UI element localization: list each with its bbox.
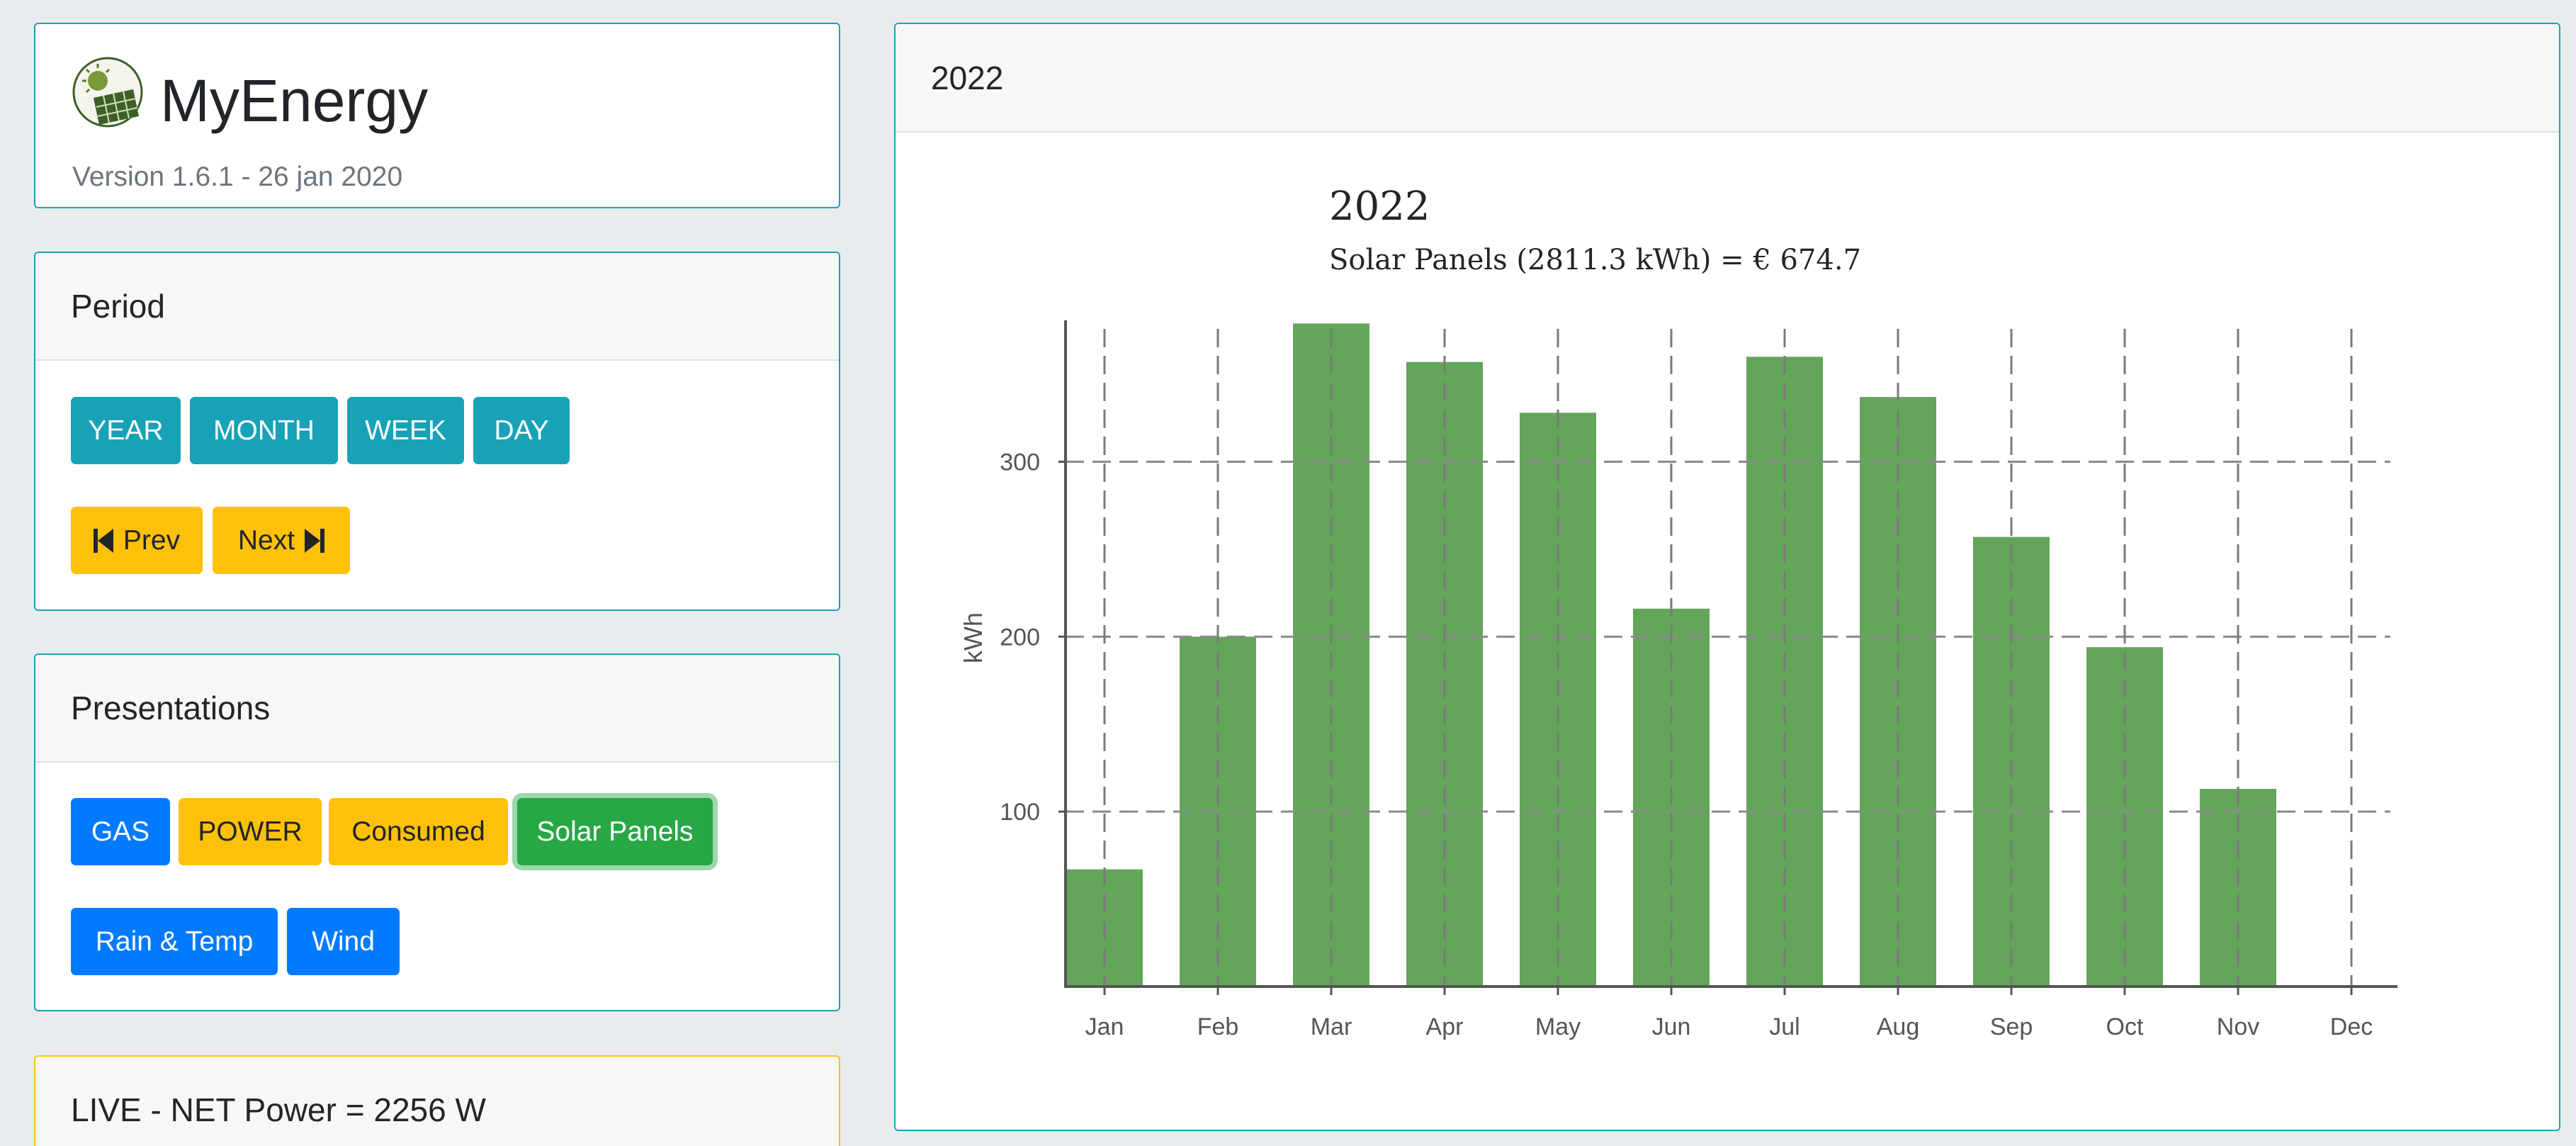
x-tick-label: Dec bbox=[2330, 1013, 2373, 1040]
wind-button[interactable]: Wind bbox=[287, 908, 400, 975]
presentations-header: Presentations bbox=[35, 655, 839, 763]
next-label: Next bbox=[237, 524, 295, 556]
skip-forward-icon bbox=[305, 528, 325, 553]
rain-temp-button[interactable]: Rain & Temp bbox=[71, 908, 278, 975]
x-tick-label: Sep bbox=[1990, 1013, 2033, 1040]
x-tick-label: Mar bbox=[1311, 1013, 1352, 1040]
energy-bar-chart: 2022 Solar Panels (2811.3 kWh) = € 674.7… bbox=[959, 184, 2397, 1040]
chart-card: 2022 2022 Solar Panels (2811.3 kWh) = € … bbox=[894, 23, 2560, 1131]
solar-panels-button[interactable]: Solar Panels bbox=[517, 798, 713, 865]
x-tick-label: Jan bbox=[1085, 1013, 1124, 1040]
y-axis-label: kWh bbox=[959, 612, 988, 663]
next-button[interactable]: Next bbox=[213, 507, 350, 574]
x-tick-label: Oct bbox=[2106, 1013, 2144, 1040]
live-card: LIVE - NET Power = 2256 W bbox=[34, 1055, 840, 1146]
period-card: Period YEAR MONTH WEEK DAY Prev Next bbox=[34, 252, 840, 611]
consumed-button[interactable]: Consumed bbox=[329, 798, 508, 865]
y-tick-label: 100 bbox=[1000, 799, 1040, 826]
bar-apr bbox=[1406, 361, 1483, 987]
prev-label: Prev bbox=[123, 524, 181, 556]
x-tick-label: Jul bbox=[1769, 1013, 1800, 1040]
year-button[interactable]: YEAR bbox=[71, 397, 181, 464]
presentations-card: Presentations GAS POWER Consumed Solar P… bbox=[34, 653, 840, 1011]
brand-card: MyEnergy Version 1.6.1 - 26 jan 2020 bbox=[34, 23, 840, 208]
skip-back-icon bbox=[93, 528, 113, 553]
y-tick-label: 300 bbox=[1000, 449, 1040, 476]
solar-panel-sun-icon bbox=[72, 57, 143, 128]
app-version: Version 1.6.1 - 26 jan 2020 bbox=[72, 162, 403, 192]
live-net-power: LIVE - NET Power = 2256 W bbox=[35, 1057, 839, 1146]
month-button[interactable]: MONTH bbox=[190, 397, 338, 464]
period-header: Period bbox=[35, 253, 839, 361]
week-button[interactable]: WEEK bbox=[347, 397, 464, 464]
x-tick-label: Aug bbox=[1877, 1013, 1920, 1040]
power-button[interactable]: POWER bbox=[179, 798, 322, 865]
app-title: MyEnergy bbox=[160, 67, 429, 134]
y-tick-label: 200 bbox=[1000, 624, 1040, 651]
x-tick-label: Nov bbox=[2217, 1013, 2259, 1040]
x-tick-label: Feb bbox=[1197, 1013, 1239, 1040]
gas-button[interactable]: GAS bbox=[71, 798, 170, 865]
chart-card-header: 2022 bbox=[896, 24, 2559, 133]
chart-subtitle: Solar Panels (2811.3 kWh) = € 674.7 bbox=[1329, 244, 1861, 276]
x-tick-label: Apr bbox=[1426, 1013, 1464, 1040]
prev-button[interactable]: Prev bbox=[71, 507, 203, 574]
chart-title: 2022 bbox=[1329, 184, 1430, 230]
x-tick-label: Jun bbox=[1652, 1013, 1691, 1040]
x-tick-label: May bbox=[1535, 1013, 1581, 1040]
day-button[interactable]: DAY bbox=[473, 397, 570, 464]
